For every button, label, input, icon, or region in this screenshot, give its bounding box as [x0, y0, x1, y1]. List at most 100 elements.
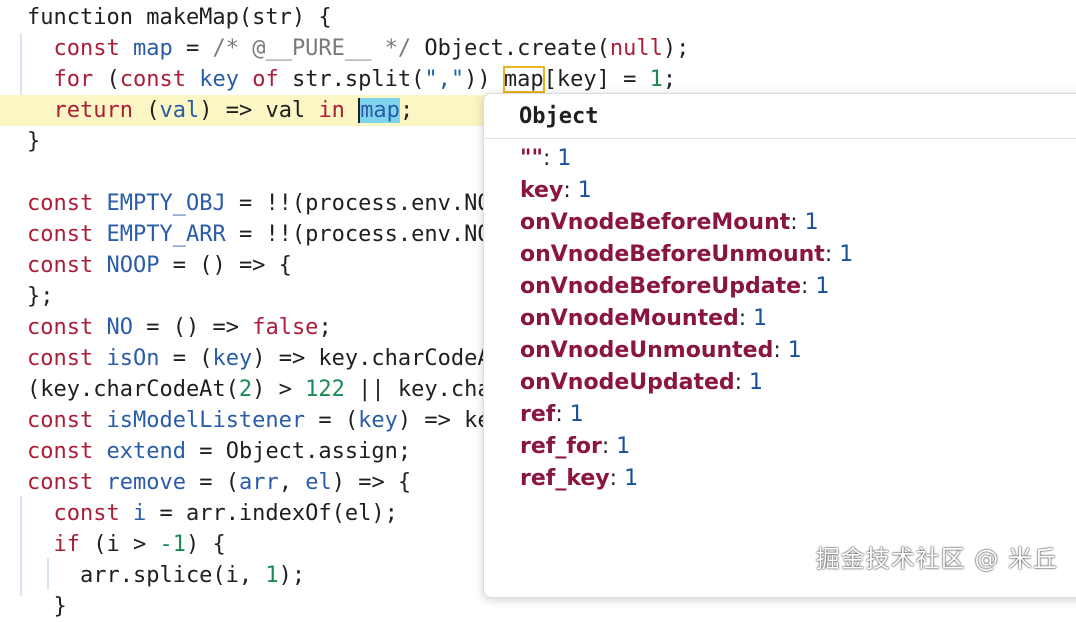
code-token: ) > — [252, 377, 306, 402]
code-token: arr — [238, 470, 279, 495]
code-token: function makeMap( — [27, 5, 253, 30]
code-token: 1 — [649, 67, 663, 92]
code-token: const — [27, 470, 107, 495]
code-token: arr.splice(i, — [27, 563, 266, 588]
code-token: )) — [464, 67, 504, 92]
code-token: = — [172, 36, 213, 61]
code-token: ; — [399, 98, 414, 123]
hover-property: onVnodeUnmounted: 1 — [520, 336, 802, 366]
code-token: key — [199, 67, 253, 92]
property-key: ref_key — [520, 466, 610, 491]
hover-property: ref_key: 1 — [520, 464, 638, 494]
property-separator: : — [738, 306, 754, 331]
code-token: const — [119, 67, 200, 92]
code-token: = ( — [159, 346, 213, 371]
code-token: } — [27, 594, 67, 619]
code-token: EMPTY_ARR — [106, 222, 226, 247]
hover-tooltip: Object "": 1 key: 1 onVnodeBeforeMount: 1o… — [483, 93, 1076, 598]
code-line[interactable]: function makeMap(str) { — [0, 2, 1076, 33]
code-token: ( — [146, 98, 160, 123]
code-token: 1 — [265, 563, 279, 588]
property-value: 1 — [787, 338, 802, 363]
code-token: = arr.indexOf(el); — [146, 501, 398, 526]
property-separator: : — [734, 370, 750, 395]
code-token: const — [27, 501, 133, 526]
hover-property: key: 1 — [520, 176, 592, 206]
code-token: const — [27, 346, 107, 371]
code-token: null — [609, 36, 663, 61]
code-token: of — [252, 67, 292, 92]
code-token: = ( — [305, 408, 359, 433]
code-token: const — [27, 315, 107, 340]
code-token: ) => key.charCodeAt — [252, 346, 504, 371]
code-token: NOOP — [106, 253, 160, 278]
property-key: onVnodeMounted — [520, 306, 739, 331]
code-token: in — [318, 98, 359, 123]
property-value: 1 — [839, 242, 854, 267]
property-separator: : — [542, 146, 558, 171]
code-token: = !!(process.env.NO — [225, 191, 491, 216]
code-token: str.split( — [291, 67, 425, 92]
code-token: isModelListener — [106, 408, 306, 433]
code-token: ) => { — [331, 470, 412, 495]
code-line[interactable]: for (const key of str.split(",")) map[ke… — [0, 64, 1076, 95]
code-token: NO — [106, 315, 133, 340]
code-token: return — [27, 98, 147, 123]
property-separator: : — [609, 466, 625, 491]
property-separator: : — [555, 402, 570, 427]
property-key: onVnodeBeforeMount — [520, 210, 791, 235]
code-token: remove — [106, 470, 186, 495]
code-token: ); — [662, 36, 690, 61]
code-token: = () => — [132, 315, 253, 340]
code-token: ( — [106, 67, 120, 92]
code-token: Object.create( — [411, 36, 610, 61]
code-token: const — [27, 222, 107, 247]
property-separator: : — [773, 338, 788, 363]
code-token: map — [132, 36, 173, 61]
code-token: map — [502, 66, 545, 93]
property-key: key — [520, 178, 564, 203]
code-token: key — [212, 346, 253, 371]
property-value: 1 — [749, 370, 764, 395]
code-token: false — [252, 315, 319, 340]
hover-title: Object — [519, 104, 599, 129]
code-token: ); — [278, 563, 306, 588]
property-value: 1 — [804, 210, 819, 235]
property-value: 1 — [815, 274, 830, 299]
code-token: "," — [424, 67, 465, 92]
code-line[interactable]: const map = /* @__PURE__ */ Object.creat… — [0, 33, 1076, 64]
code-token: el — [305, 470, 332, 495]
code-token: ) { — [185, 532, 226, 557]
code-token: -1 — [159, 532, 186, 557]
code-token: ) => ke — [397, 408, 491, 433]
property-key: ref — [520, 402, 556, 427]
code-token: val — [159, 98, 200, 123]
hover-property: onVnodeUpdated: 1 — [520, 368, 763, 398]
code-token: [key] = — [543, 67, 650, 92]
code-token: = () => { — [159, 253, 292, 278]
property-key: onVnodeBeforeUpdate — [520, 274, 802, 299]
code-token: , — [278, 470, 306, 495]
code-token: = !!(process.env.NO — [225, 222, 491, 247]
code-token: (key.charCodeAt( — [27, 377, 239, 402]
property-value: 1 — [569, 402, 584, 427]
code-token: const — [27, 36, 133, 61]
code-token: i — [132, 501, 147, 526]
hover-property: ref: 1 — [520, 400, 584, 430]
hover-property: onVnodeBeforeMount: 1 — [520, 208, 819, 238]
property-separator: : — [801, 274, 816, 299]
hover-property: onVnodeBeforeUpdate: 1 — [520, 272, 829, 302]
property-separator: : — [563, 178, 578, 203]
code-token: for — [27, 67, 107, 92]
code-token: ; — [662, 67, 677, 92]
code-token: const — [27, 253, 107, 278]
property-value: 1 — [624, 466, 639, 491]
hover-divider — [484, 138, 1076, 139]
watermark: 掘金技术社区 @ 米丘 — [815, 545, 1058, 573]
code-token: if — [27, 532, 94, 557]
code-token: const — [27, 439, 107, 464]
property-value: 1 — [557, 146, 572, 171]
code-token: 2 — [238, 377, 253, 402]
code-token: EMPTY_OBJ — [106, 191, 226, 216]
code-token: 122 — [305, 377, 345, 402]
